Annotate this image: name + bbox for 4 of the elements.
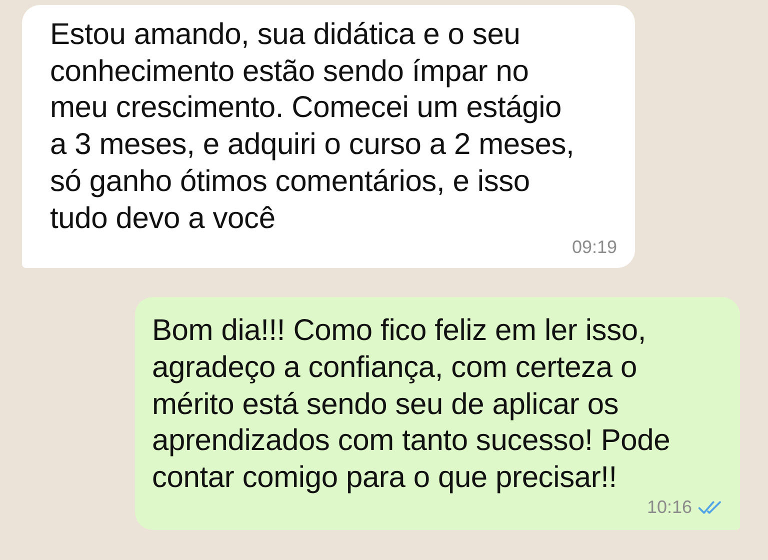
message-time: 10:16 <box>646 496 692 518</box>
message-text: Bom dia!!! Como fico feliz em ler isso, agradeço a confiança, com certeza o mérito está sendo seu de aplicar os aprendizados com tanto sucesso! Pode contar comigo para o que precisar!! <box>152 313 672 496</box>
message-time: 09:19 <box>572 237 617 258</box>
message-text: Estou amando, sua didática e o seu conhecimento estão sendo ímpar no meu crescimento. Comecei um estágio a 3 meses, e adquiri o curso a 2 meses, só ganho ótimos comentários, e isso tudo devo a você <box>50 17 576 237</box>
